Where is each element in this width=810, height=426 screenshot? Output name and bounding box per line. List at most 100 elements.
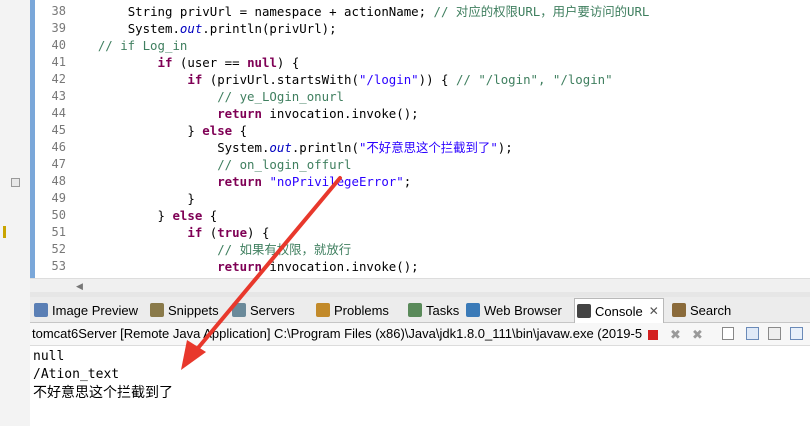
gutter-collapse-icon[interactable] [11,178,20,187]
console-output[interactable]: null /Ation_text 不好意思这个拦截到了 [30,346,810,426]
console-line: /Ation_text [33,367,120,382]
line-number: 48 [51,174,66,188]
scroll-left-icon[interactable]: ◀ [76,281,83,292]
code-token: // 对应的权限URL，用户要访问的URL [433,4,650,19]
line-number: 49 [51,191,66,205]
tab-problems[interactable]: Problems [314,299,393,321]
tab-tasks[interactable]: Tasks [406,299,463,321]
code-token: )) { [418,72,456,87]
code-line[interactable]: // if Log_in [68,37,188,54]
code-token: if [187,72,203,87]
console-line: null [33,349,65,364]
console-toolbar: tomcat6Server [Remote Java Application] … [30,323,810,346]
code-token: return [217,259,262,274]
code-token: } [187,123,203,138]
code-token: .println(privUrl); [202,21,337,36]
problems-icon [316,303,330,317]
line-number: 52 [51,242,66,256]
tab-servers[interactable]: Servers [230,299,299,321]
tab-web-browser[interactable]: Web Browser [464,299,566,321]
code-token: System. [217,140,270,155]
code-line[interactable]: return "noPrivilegeError"; [68,173,411,190]
snippets-icon [150,303,164,317]
code-token: ) { [247,225,270,240]
code-area[interactable]: String privUrl = namespace + actionName;… [68,0,810,278]
gutter-marker [3,226,6,238]
code-line[interactable]: if (true) { [68,224,269,241]
tab-label: Console [595,303,643,319]
code-token: if [187,225,203,240]
tab-console[interactable]: Console ✕ [574,298,664,323]
line-number: 39 [51,21,66,35]
change-ruler [30,0,35,278]
code-token: invocation.invoke(); [261,106,419,121]
code-editor[interactable]: 38 39 40 41 42 43 44 45 46 47 48 49 50 51 52 53 String … [30,0,810,278]
tab-label: Search [690,302,732,318]
tab-label: Servers [250,302,295,318]
tab-snippets[interactable]: Snippets [148,299,223,321]
code-token: ); [497,140,513,155]
code-line[interactable]: return invocation.invoke(); [68,105,419,122]
code-line[interactable]: return invocation.invoke(); [68,258,419,275]
code-line[interactable]: if (privUrl.startsWith("/login")) { // "… [68,71,612,88]
code-token: "noPrivilegeError" [269,174,404,189]
tab-label: Image Preview [52,302,138,318]
code-line[interactable]: } else { [68,122,247,139]
servers-icon [232,303,246,317]
line-number: 44 [51,106,66,120]
line-number: 46 [51,140,66,154]
line-number: 53 [51,259,66,273]
line-number: 47 [51,157,66,171]
code-token: } [187,191,195,206]
code-line[interactable]: System.out.println("不好意思这个拦截到了"); [68,139,513,156]
horizontal-scrollbar[interactable]: ◀ [30,278,810,293]
line-number: 50 [51,208,66,222]
code-line[interactable]: // 如果有权限，就放行 [68,241,351,258]
image-preview-icon [34,303,48,317]
view-tabs: Image Preview Snippets Servers Problems Task… [30,297,810,323]
code-token: invocation.invoke(); [261,259,419,274]
line-number: 38 [51,4,66,18]
pin-console-icon[interactable] [790,327,803,340]
tasks-icon [408,303,422,317]
code-token: } [157,208,173,223]
code-token: null [247,55,277,70]
line-number: 43 [51,89,66,103]
close-icon[interactable]: ✕ [649,304,659,318]
line-number: 42 [51,72,66,86]
word-wrap-icon[interactable] [768,327,781,340]
line-numbers: 38 39 40 41 42 43 44 45 46 47 48 49 50 51 52 53 [36,0,66,278]
code-token: true [217,225,248,240]
code-token: // ye_LOgin_onurl [217,89,345,104]
code-token: ; [403,174,412,189]
remove-all-icon[interactable]: ✖ [692,327,706,342]
tab-search[interactable]: Search [670,299,735,321]
console-line: 不好意思这个拦截到了 [33,385,173,401]
tab-image-preview[interactable]: Image Preview [32,299,142,321]
code-token: // 如果有权限，就放行 [217,242,352,257]
code-token: else [202,123,233,138]
line-number: 51 [51,225,66,239]
code-line[interactable]: // on_login_offurl [68,156,351,173]
code-line[interactable]: if (user == null) { [68,54,300,71]
code-token: "不好意思这个拦截到了" [358,140,498,155]
code-token: ( [202,225,218,240]
code-token: System. [127,21,180,36]
code-line[interactable]: System.out.println(privUrl); [68,20,337,37]
code-line[interactable]: } [68,190,195,207]
scroll-lock-icon[interactable] [746,327,759,340]
code-token: { [202,208,218,223]
terminate-icon[interactable] [648,330,658,340]
code-token: String privUrl = namespace + actionName; [127,4,434,19]
line-number: 40 [51,38,66,52]
clear-console-icon[interactable] [722,327,734,340]
code-line[interactable]: String privUrl = namespace + actionName;… [68,3,650,20]
console-icon [577,304,591,318]
code-line[interactable]: // ye_LOgin_onurl [68,88,344,105]
code-line[interactable]: } else { [68,207,218,224]
code-token: return [217,106,262,121]
line-number: 45 [51,123,66,137]
tab-label: Web Browser [484,302,562,318]
remove-launch-icon[interactable]: ✖ [670,327,684,342]
tab-label: Snippets [168,302,219,318]
